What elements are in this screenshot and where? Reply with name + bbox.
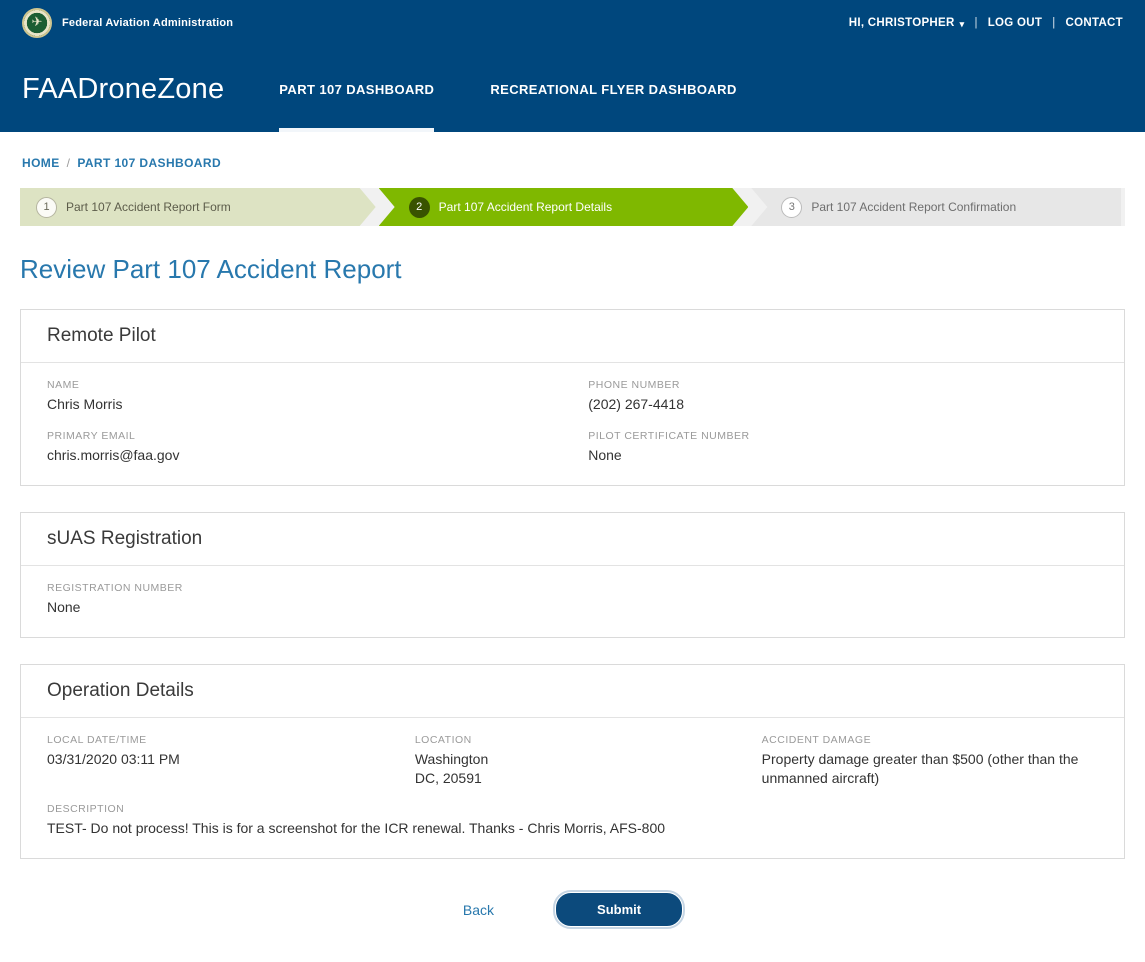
- submit-button[interactable]: Submit: [556, 893, 682, 926]
- tab-label: RECREATIONAL FLYER DASHBOARD: [490, 82, 736, 97]
- field-value: None: [588, 446, 1098, 465]
- field-value-line1: Washington: [415, 750, 762, 769]
- stepper-step-details-active: 2 Part 107 Accident Report Details: [379, 188, 749, 226]
- field-location: LOCATION Washington DC, 20591: [415, 734, 762, 788]
- field-value: 03/31/2020 03:11 PM: [47, 750, 415, 769]
- field-value: (202) 267-4418: [588, 395, 1098, 414]
- field-label: PHONE NUMBER: [588, 379, 1098, 391]
- divider: |: [1052, 17, 1055, 29]
- breadcrumb-current-link[interactable]: PART 107 DASHBOARD: [77, 156, 221, 170]
- user-menu-bar: HI, CHRISTOPHER ▾ | LOG OUT | CONTACT: [849, 17, 1123, 29]
- form-actions: Back Submit: [20, 893, 1125, 926]
- tab-label: PART 107 DASHBOARD: [279, 82, 434, 97]
- top-bar: Federal Aviation Administration HI, CHRI…: [0, 0, 1145, 46]
- step-label: Part 107 Accident Report Confirmation: [811, 200, 1016, 214]
- step-label: Part 107 Accident Report Details: [439, 200, 612, 214]
- step-label: Part 107 Accident Report Form: [66, 200, 231, 214]
- agency-name: Federal Aviation Administration: [62, 17, 233, 29]
- primary-nav: PART 107 DASHBOARD RECREATIONAL FLYER DA…: [279, 46, 736, 132]
- user-greeting-label: HI, CHRISTOPHER: [849, 17, 955, 29]
- suas-card-title: sUAS Registration: [21, 513, 1124, 566]
- field-primary-email: PRIMARY EMAIL chris.morris@faa.gov: [47, 430, 588, 465]
- field-description: DESCRIPTION TEST- Do not process! This i…: [47, 803, 1098, 838]
- field-value: chris.morris@faa.gov: [47, 446, 588, 465]
- user-greeting-menu[interactable]: HI, CHRISTOPHER ▾: [849, 17, 965, 29]
- logout-link[interactable]: LOG OUT: [988, 17, 1043, 29]
- field-label: PILOT CERTIFICATE NUMBER: [588, 430, 1098, 442]
- brand-bar: FAADroneZone PART 107 DASHBOARD RECREATI…: [0, 46, 1145, 132]
- field-label: DESCRIPTION: [47, 803, 1098, 815]
- operation-card-title: Operation Details: [21, 665, 1124, 718]
- field-label: REGISTRATION NUMBER: [47, 582, 1098, 594]
- remote-pilot-card-body: NAME Chris Morris PHONE NUMBER (202) 267…: [21, 363, 1124, 485]
- tab-part107-dashboard[interactable]: PART 107 DASHBOARD: [279, 46, 434, 132]
- field-local-datetime: LOCAL DATE/TIME 03/31/2020 03:11 PM: [47, 734, 415, 788]
- agency-branding: Federal Aviation Administration: [22, 8, 233, 38]
- field-label: LOCATION: [415, 734, 762, 746]
- field-label: LOCAL DATE/TIME: [47, 734, 415, 746]
- field-value: TEST- Do not process! This is for a scre…: [47, 819, 1098, 838]
- suas-card-body: REGISTRATION NUMBER None: [21, 566, 1124, 637]
- breadcrumb-separator: /: [67, 156, 71, 170]
- field-label: ACCIDENT DAMAGE: [762, 734, 1098, 746]
- remote-pilot-card: Remote Pilot NAME Chris Morris PHONE NUM…: [20, 309, 1125, 486]
- field-label: NAME: [47, 379, 588, 391]
- operation-details-card: Operation Details LOCAL DATE/TIME 03/31/…: [20, 664, 1125, 860]
- stepper-step-form: 1 Part 107 Accident Report Form: [20, 188, 376, 226]
- step-number-badge: 3: [781, 197, 802, 218]
- field-name: NAME Chris Morris: [47, 379, 588, 414]
- step-number-badge: 1: [36, 197, 57, 218]
- operation-card-body: LOCAL DATE/TIME 03/31/2020 03:11 PM LOCA…: [21, 718, 1124, 859]
- brand-logo-text[interactable]: FAADroneZone: [22, 73, 224, 106]
- divider: |: [974, 17, 977, 29]
- step-number-badge: 2: [409, 197, 430, 218]
- breadcrumb-home-link[interactable]: HOME: [22, 156, 60, 170]
- back-link[interactable]: Back: [463, 902, 494, 918]
- field-phone-number: PHONE NUMBER (202) 267-4418: [588, 379, 1098, 414]
- active-tab-indicator: [279, 128, 434, 132]
- field-value-line2: DC, 20591: [415, 769, 762, 788]
- tab-recreational-flyer-dashboard[interactable]: RECREATIONAL FLYER DASHBOARD: [490, 46, 736, 132]
- progress-stepper: 1 Part 107 Accident Report Form 2 Part 1…: [20, 188, 1125, 226]
- suas-registration-card: sUAS Registration REGISTRATION NUMBER No…: [20, 512, 1125, 638]
- faa-seal-logo: [22, 8, 52, 38]
- main-content: HOME / PART 107 DASHBOARD 1 Part 107 Acc…: [0, 156, 1145, 962]
- remote-pilot-card-title: Remote Pilot: [21, 310, 1124, 363]
- field-value: Chris Morris: [47, 395, 588, 414]
- operation-fields-row: LOCAL DATE/TIME 03/31/2020 03:11 PM LOCA…: [47, 734, 1098, 788]
- app-header: Federal Aviation Administration HI, CHRI…: [0, 0, 1145, 132]
- contact-link[interactable]: CONTACT: [1066, 17, 1123, 29]
- field-value: None: [47, 598, 1098, 617]
- field-label: PRIMARY EMAIL: [47, 430, 588, 442]
- field-registration-number: REGISTRATION NUMBER None: [47, 582, 1098, 617]
- field-pilot-certificate-number: PILOT CERTIFICATE NUMBER None: [588, 430, 1098, 465]
- stepper-step-confirmation: 3 Part 107 Accident Report Confirmation: [751, 188, 1121, 226]
- page-title: Review Part 107 Accident Report: [20, 254, 1125, 285]
- field-accident-damage: ACCIDENT DAMAGE Property damage greater …: [762, 734, 1098, 788]
- field-value: Property damage greater than $500 (other…: [762, 750, 1098, 788]
- breadcrumb: HOME / PART 107 DASHBOARD: [22, 156, 1123, 170]
- chevron-down-icon: ▾: [960, 19, 965, 30]
